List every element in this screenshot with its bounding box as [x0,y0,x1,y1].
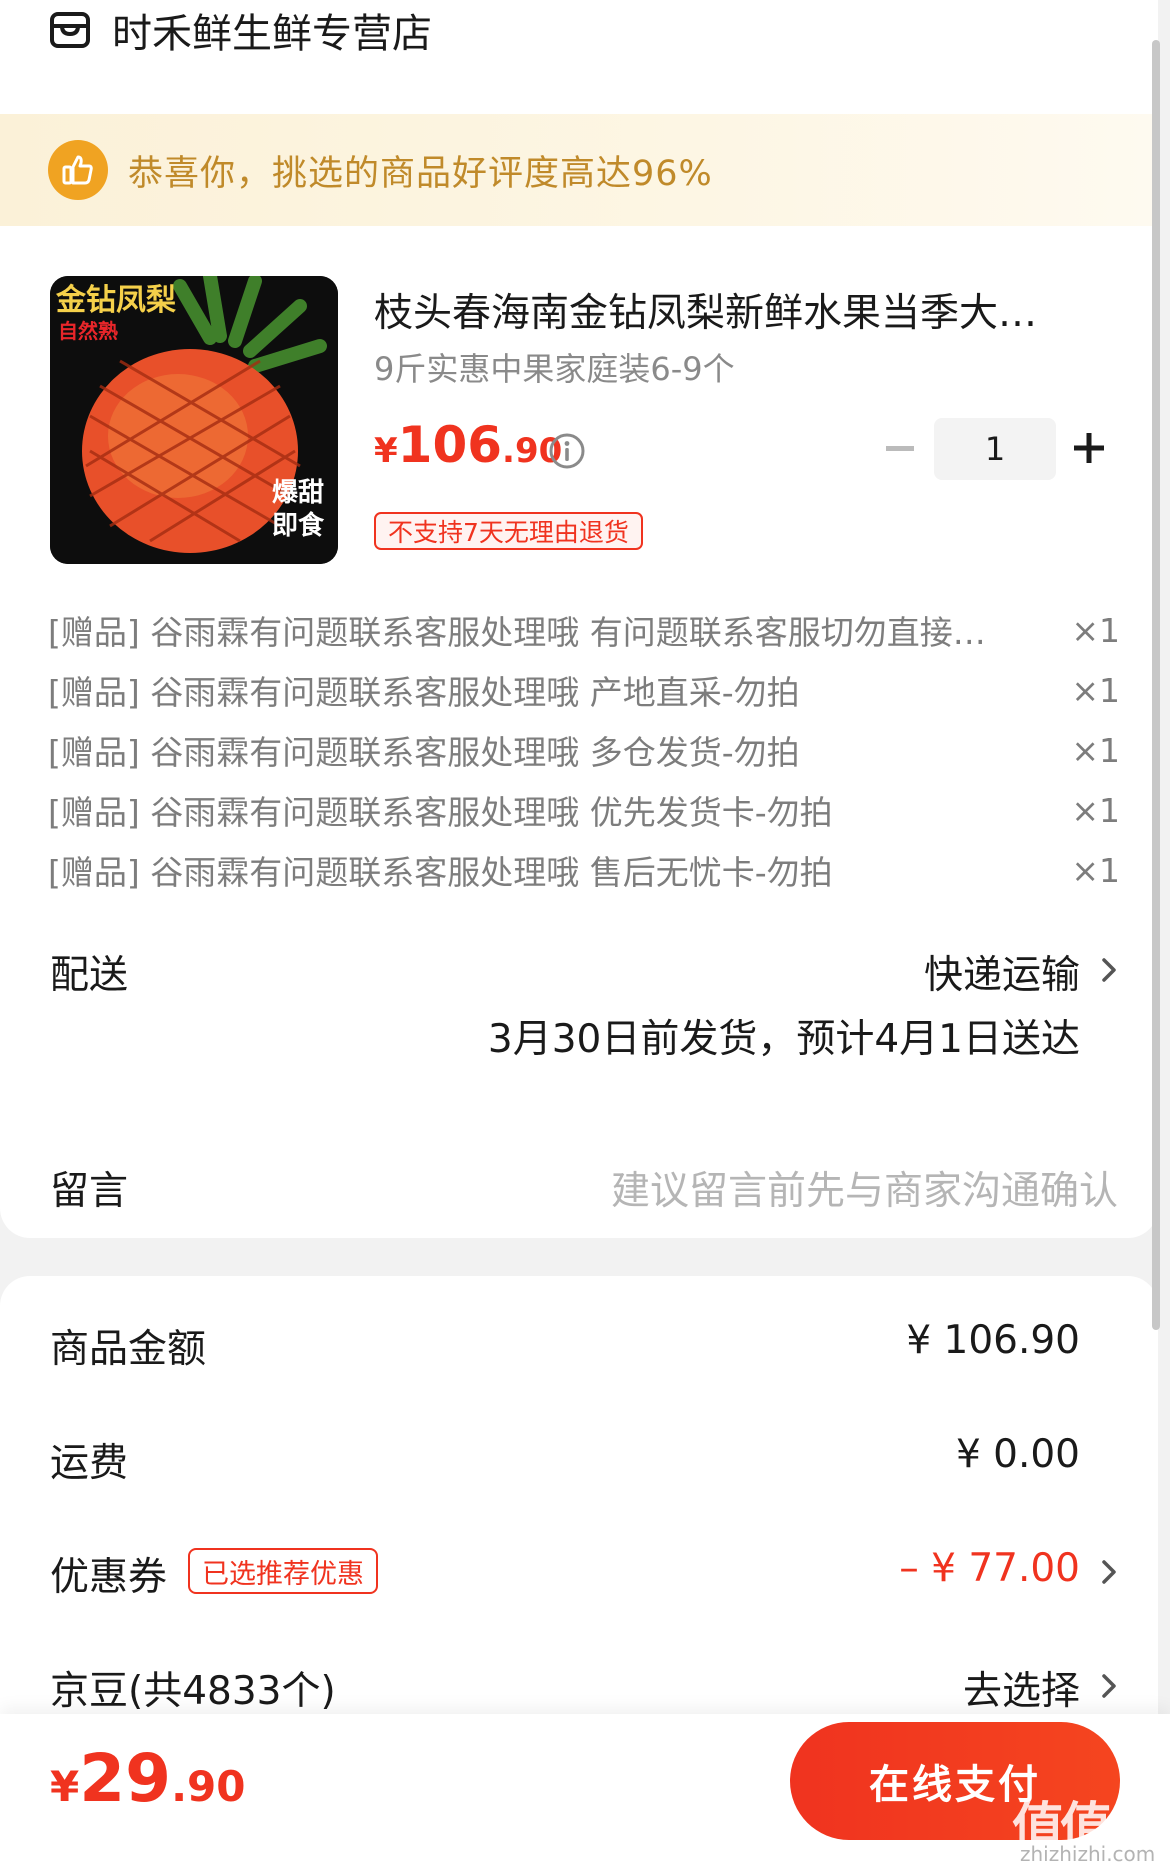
total-currency: ¥ [50,1762,80,1811]
jd-beans-label: 京豆(共4833个) [50,1669,336,1714]
gift-text: [赠品] 谷雨霖有问题联系客服处理哦 多仓发货-勿拍 [48,733,800,772]
thumbs-up-icon [48,140,108,200]
gift-quantity: ×1 [1071,790,1120,830]
gift-quantity: ×1 [1071,850,1120,890]
product-price: ¥ 106 .90 [374,416,562,474]
gift-quantity: ×1 [1071,670,1120,710]
delivery-date: 3月30日前发货，预计4月1日送达 [487,1017,1080,1062]
gift-item: [赠品] 谷雨霖有问题联系客服处理哦 有问题联系客服切勿直接… ×1 [48,600,1120,660]
chevron-right-icon[interactable] [1100,956,1118,984]
gift-quantity: ×1 [1071,730,1120,770]
gift-list: [赠品] 谷雨霖有问题联系客服处理哦 有问题联系客服切勿直接… ×1 [赠品] … [48,600,1120,900]
product-spec: 9斤实惠中果家庭装6-9个 [374,350,735,388]
shop-name: 时禾鲜生鲜专营店 [112,11,432,57]
notice-text: 恭喜你，挑选的商品好评度高达96% [128,153,713,194]
gift-item: [赠品] 谷雨霖有问题联系客服处理哦 产地直采-勿拍 ×1 [48,660,1120,720]
watermark-url: zhizhizhi.com [1020,1842,1156,1866]
quantity-increase-button[interactable] [1074,433,1104,463]
goods-amount-label: 商品金额 [50,1327,207,1372]
coupon-value[interactable]: – ¥ 77.00 [899,1546,1080,1591]
total-integer: 29 [79,1740,172,1817]
rating-notice: 恭喜你，挑选的商品好评度高达96% [0,114,1158,226]
gift-item: [赠品] 谷雨霖有问题联系客服处理哦 优先发货卡-勿拍 ×1 [48,780,1120,840]
shipping-fee-label: 运费 [50,1441,129,1486]
coupon-label: 优惠券 [50,1555,168,1600]
quantity-input[interactable]: 1 [934,418,1056,480]
gift-text: [赠品] 谷雨霖有问题联系客服处理哦 售后无忧卡-勿拍 [48,853,833,892]
return-policy-tag: 不支持7天无理由退货 [374,512,643,550]
total-price: ¥ 29 .90 [50,1740,246,1817]
price-currency: ¥ [374,431,398,471]
price-integer: 106 [397,416,503,474]
chevron-right-icon[interactable] [1100,1672,1118,1700]
image-title-text: 金钻凤梨 [55,283,176,318]
image-caption-2: 即食 [272,510,325,541]
shop-header[interactable]: 时禾鲜生鲜专营店 [48,2,432,58]
gift-text: [赠品] 谷雨霖有问题联系客服处理哦 有问题联系客服切勿直接… [48,613,986,652]
message-input[interactable]: 建议留言前先与商家沟通确认 [611,1160,1118,1216]
total-decimal: .90 [171,1762,246,1811]
checkout-bar: ¥ 29 .90 在线支付 [0,1714,1170,1872]
image-subtitle-text: 自然熟 [58,319,118,343]
gift-quantity: ×1 [1071,610,1120,650]
coupon-tag: 已选推荐优惠 [188,1548,378,1594]
store-icon [50,12,90,48]
message-label: 留言 [50,1169,129,1214]
goods-amount-value: ¥ 106.90 [906,1318,1080,1363]
chevron-right-icon[interactable] [1100,1558,1118,1586]
gift-item: [赠品] 谷雨霖有问题联系客服处理哦 售后无忧卡-勿拍 ×1 [48,840,1120,900]
product-title[interactable]: 枝头春海南金钻凤梨新鲜水果当季大… [374,282,1094,338]
scrollbar[interactable] [1152,40,1160,1330]
shipping-fee-value: ¥ 0.00 [955,1432,1080,1477]
product-image[interactable]: 金钻凤梨 自然熟 爆甜 即食 [50,276,338,564]
info-icon[interactable] [548,432,586,470]
image-caption-1: 爆甜 [272,478,324,508]
quantity-decrease-button[interactable] [886,446,914,451]
delivery-label: 配送 [50,953,129,998]
gift-text: [赠品] 谷雨霖有问题联系客服处理哦 产地直采-勿拍 [48,673,800,712]
jd-beans-select[interactable]: 去选择 [963,1660,1080,1716]
gift-item: [赠品] 谷雨霖有问题联系客服处理哦 多仓发货-勿拍 ×1 [48,720,1120,780]
delivery-method[interactable]: 快递运输 [924,944,1080,1000]
gift-text: [赠品] 谷雨霖有问题联系客服处理哦 优先发货卡-勿拍 [48,793,833,832]
